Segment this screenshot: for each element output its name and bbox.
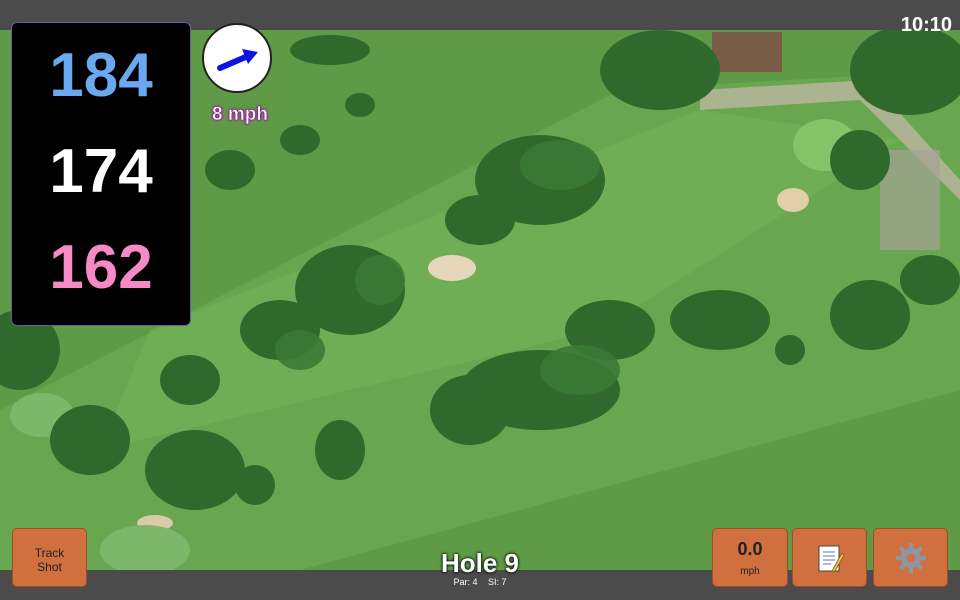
speed-button[interactable]: 0.0 mph xyxy=(712,528,788,587)
wind-speed-label: 8 mph xyxy=(212,104,269,126)
track-shot-label-line1: Track xyxy=(34,546,65,560)
speed-value: 0.0 xyxy=(737,539,763,559)
stroke-index-label: SI: 7 xyxy=(488,577,507,587)
status-clock: 10:10 xyxy=(900,14,952,36)
wind-indicator[interactable] xyxy=(202,23,272,93)
gear-icon xyxy=(895,542,926,573)
speed-unit: mph xyxy=(740,566,760,577)
track-shot-label-line2: Shot xyxy=(37,560,62,574)
back-distance: 184 xyxy=(49,41,153,110)
middle-distance: 174 xyxy=(49,137,153,206)
notepad-icon xyxy=(818,545,844,573)
notes-button[interactable] xyxy=(792,528,867,587)
hole-info: Par: 4 SI: 7 xyxy=(380,577,580,587)
track-shot-button[interactable]: Track Shot xyxy=(12,528,87,587)
distance-panel: 184 174 162 xyxy=(11,22,191,326)
settings-button[interactable] xyxy=(873,528,948,587)
front-distance: 162 xyxy=(49,233,153,302)
wind-direction-arrow-icon xyxy=(217,49,258,71)
hole-title: Hole 9 xyxy=(440,548,520,578)
par-label: Par: 4 xyxy=(453,577,478,587)
